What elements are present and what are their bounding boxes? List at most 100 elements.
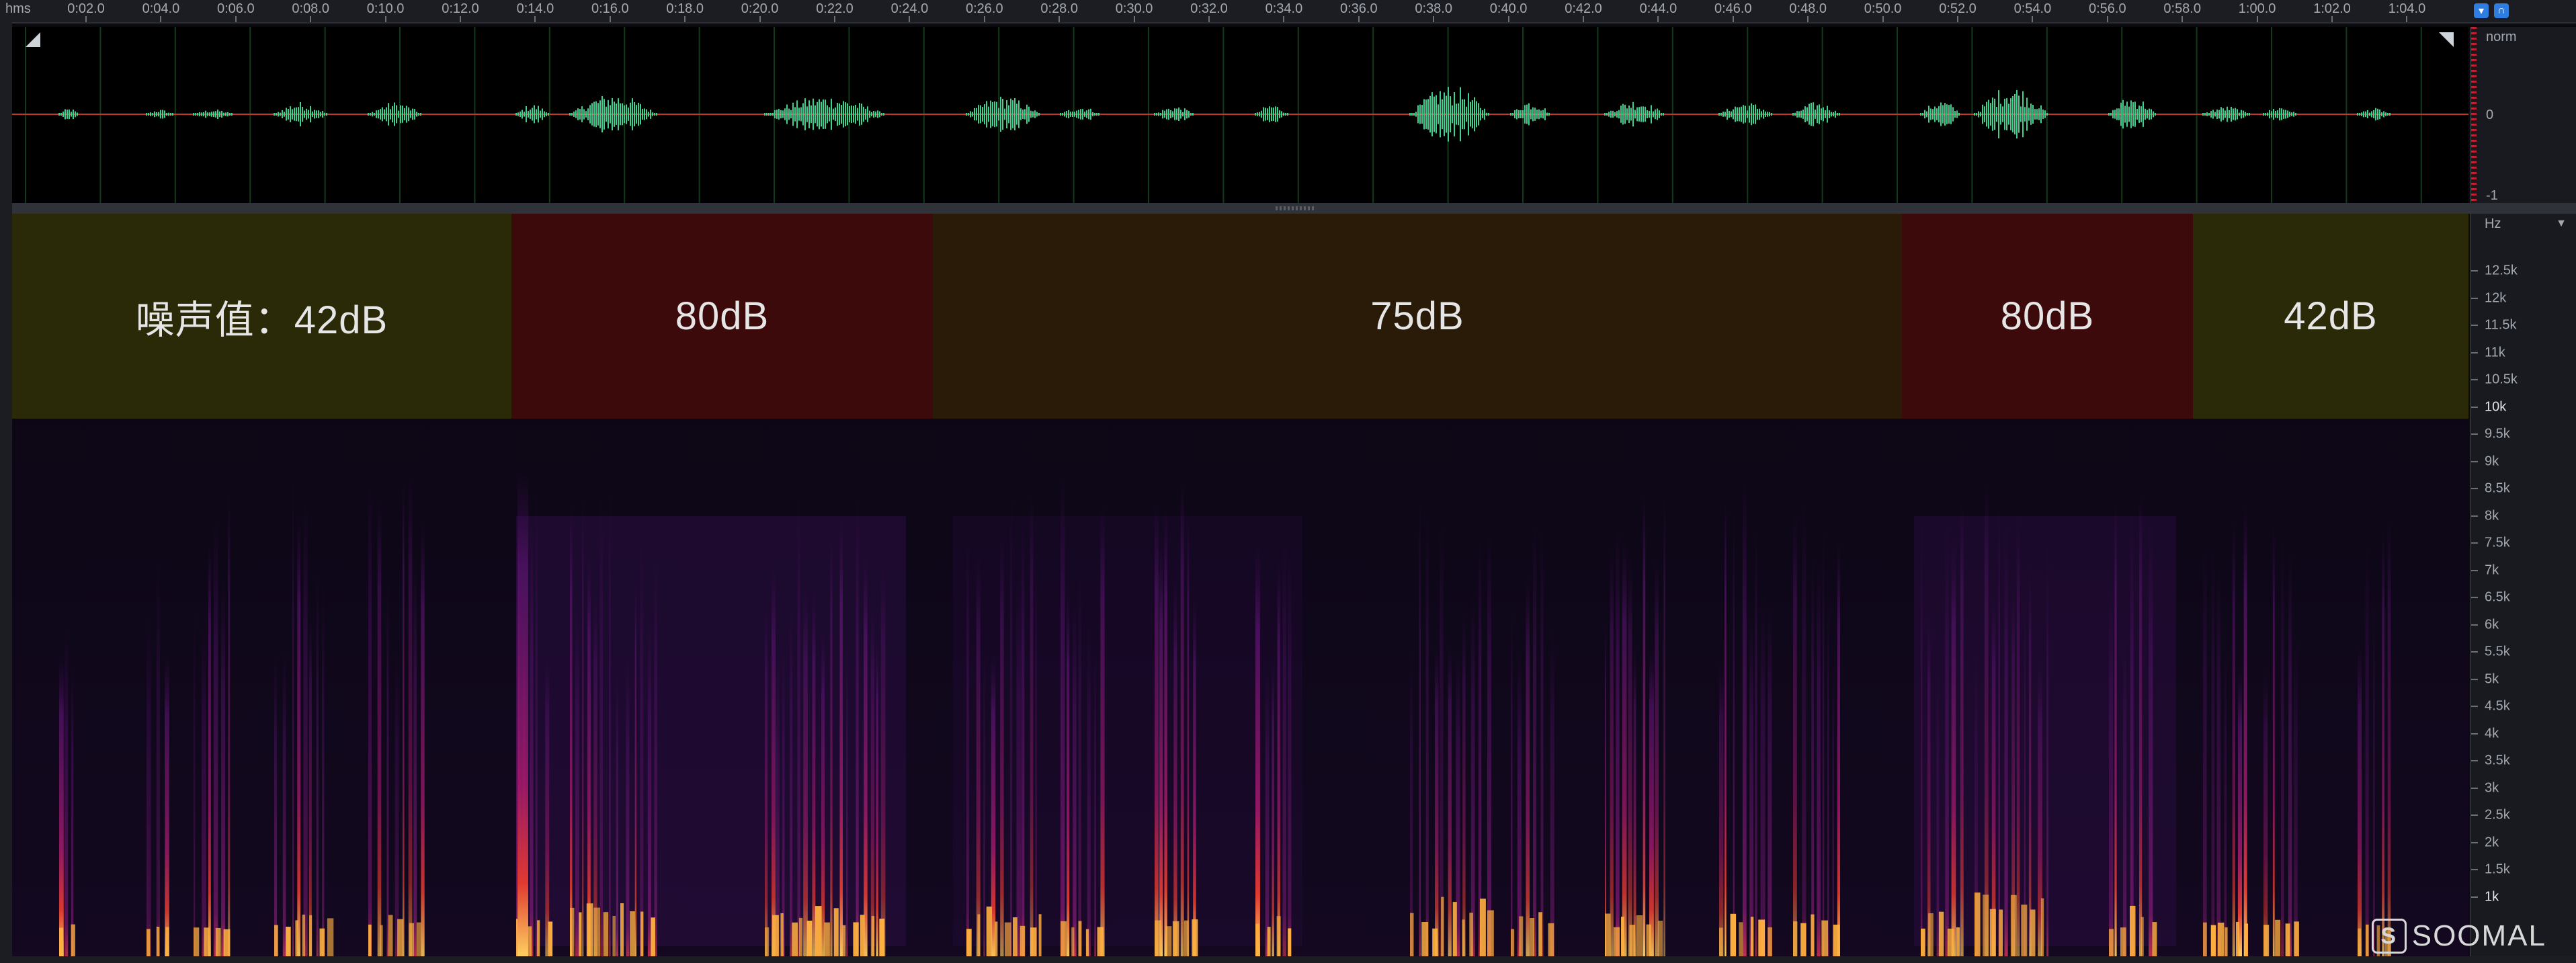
spectrogram-streak	[1155, 498, 1159, 956]
ruler-tick	[2106, 16, 2108, 22]
spectrogram-streak	[1755, 527, 1757, 956]
spectrogram-streak	[1288, 550, 1292, 956]
spectrogram-streak	[654, 545, 657, 956]
spectrogram-hot-spot	[1719, 927, 1723, 956]
spectrogram-streak	[803, 584, 808, 956]
spectrogram-hot-spot	[833, 908, 839, 956]
frequency-tick	[2471, 896, 2478, 898]
spectrogram-hot-spot	[1519, 916, 1524, 956]
spectrogram-hot-spot	[2109, 929, 2114, 956]
ruler-tick-label: 0:58.0	[2163, 1, 2201, 16]
spectrogram-hot-spot	[1605, 913, 1611, 956]
spectrogram-hot-spot	[1938, 911, 1944, 956]
spectrogram-hot-spot	[1800, 923, 1806, 956]
spectrogram-hot-spot	[223, 929, 231, 956]
spectrogram-hot-spot	[327, 918, 334, 956]
frequency-label: 11k	[2485, 345, 2505, 360]
marker-icon[interactable]: ▾	[2474, 3, 2489, 18]
ruler-tick-label: 0:44.0	[1639, 1, 1677, 16]
spectrogram-hot-spot	[1061, 921, 1067, 956]
ruler-tick	[160, 16, 162, 22]
ruler-tick	[1133, 16, 1135, 22]
spectrogram-hot-spot	[765, 927, 770, 956]
spectrogram-hot-spot	[1956, 927, 1960, 956]
spectrogram-streak	[377, 496, 382, 956]
spectrogram-streak	[880, 557, 886, 956]
spectrogram-hot-spot	[612, 915, 616, 956]
ruler-tick	[1507, 16, 1509, 22]
splitter-grip[interactable]	[1276, 206, 1316, 210]
spectrogram-hot-spot	[2236, 921, 2239, 956]
spectrogram-hot-spot	[1793, 921, 1798, 956]
ruler-tick	[1882, 16, 1884, 22]
spectrogram-hot-spot	[1462, 919, 1465, 956]
spectrogram-streak	[1078, 572, 1081, 956]
ruler-tick-label: 0:42.0	[1565, 1, 1602, 16]
spectrogram-streak	[282, 648, 286, 956]
spectrogram-streak	[1180, 472, 1184, 956]
spectrogram-streak	[147, 617, 151, 956]
spectrogram-streak	[303, 491, 308, 956]
bottom-bar	[0, 956, 2576, 963]
scale-bottom-label: -1	[2486, 188, 2498, 203]
spectrogram-hot-spot	[416, 922, 421, 956]
frequency-label: 9k	[2485, 454, 2499, 468]
frequency-label: 11.5k	[2485, 317, 2517, 333]
spectrogram-hot-spot	[780, 913, 784, 956]
waveform-panel[interactable]	[12, 27, 2468, 203]
spectrogram-streak	[765, 603, 768, 956]
ruler-tick-label: 0:40.0	[1489, 1, 1528, 16]
spectrogram-streak	[1760, 595, 1765, 956]
frequency-label: 7.5k	[2485, 535, 2510, 550]
ruler-tick-label: 0:24.0	[890, 1, 929, 16]
spectrogram-streak	[59, 655, 64, 956]
spectrogram-hot-spot	[806, 921, 813, 956]
ruler-tick-label: 0:16.0	[591, 1, 629, 16]
time-ruler[interactable]: hms 0:02.0 0:04.0 0:06.0 0:08.0 0:10.0 0:12.0…	[0, 0, 2576, 24]
chevron-down-icon[interactable]: ▼	[2556, 218, 2567, 230]
spectrogram-hot-spot	[871, 916, 875, 956]
spectrogram-streak	[570, 502, 573, 956]
spectrogram-streak	[983, 643, 985, 956]
frequency-tick	[2471, 624, 2478, 626]
spectrogram-hot-spot	[1636, 915, 1643, 956]
frequency-scale[interactable]: Hz ▼ 12.5k 12k 11.5k 11k 10.5k 10k 9.5k 9k 8.5k 8…	[2470, 214, 2576, 956]
spectrogram-hot-spot	[204, 927, 210, 956]
spectrogram-hot-spot	[1004, 922, 1011, 956]
spectrogram-streak	[1448, 640, 1452, 956]
ruler-tick-label: 0:34.0	[1265, 1, 1303, 16]
ruler-tick	[1957, 16, 1958, 22]
spectrogram-streak	[1945, 526, 1949, 956]
spectrogram-hot-spot	[1730, 913, 1737, 956]
spectrogram-hot-spot	[2225, 927, 2228, 956]
ruler-tick	[1208, 16, 1210, 22]
headphone-icon[interactable]: ∩	[2494, 3, 2509, 18]
spectrogram-hot-spot	[295, 920, 298, 956]
spectrogram-streak	[2016, 514, 2020, 956]
ruler-tick-label: 0:14.0	[516, 1, 554, 16]
spectrogram-streak	[213, 516, 218, 956]
frequency-tick	[2471, 760, 2478, 761]
spectrogram-hot-spot	[2366, 924, 2369, 956]
spectrogram-hot-spot	[147, 929, 151, 956]
spectrogram-panel[interactable]: 噪声值：42dB 80dB 75dB 80dB 42dB	[12, 214, 2468, 956]
ruler-tick	[534, 16, 536, 22]
spectrogram-hot-spot	[156, 927, 160, 956]
ruler-tick-label: 0:46.0	[1714, 1, 1752, 16]
spectrogram-streak	[1425, 508, 1429, 956]
frequency-label: 1k	[2485, 889, 2499, 904]
spectrogram-streak	[65, 627, 69, 956]
spectrogram-streak	[846, 640, 848, 956]
spectrogram-streak	[821, 628, 825, 956]
spectrogram-hot-spot	[1538, 912, 1542, 956]
frequency-label: 6.5k	[2485, 589, 2510, 605]
ruler-tick	[684, 16, 686, 22]
frequency-tick	[2471, 569, 2478, 571]
spectrogram-streak	[1533, 522, 1537, 956]
panel-splitter[interactable]	[12, 203, 2576, 214]
frequency-label: 3.5k	[2485, 753, 2510, 768]
spectrogram-hot-spot	[1811, 914, 1815, 956]
spectrogram-hot-spot	[1487, 910, 1494, 956]
spectrogram-streak	[1511, 606, 1513, 956]
ruler-tick-label: 1:00.0	[2238, 1, 2276, 16]
